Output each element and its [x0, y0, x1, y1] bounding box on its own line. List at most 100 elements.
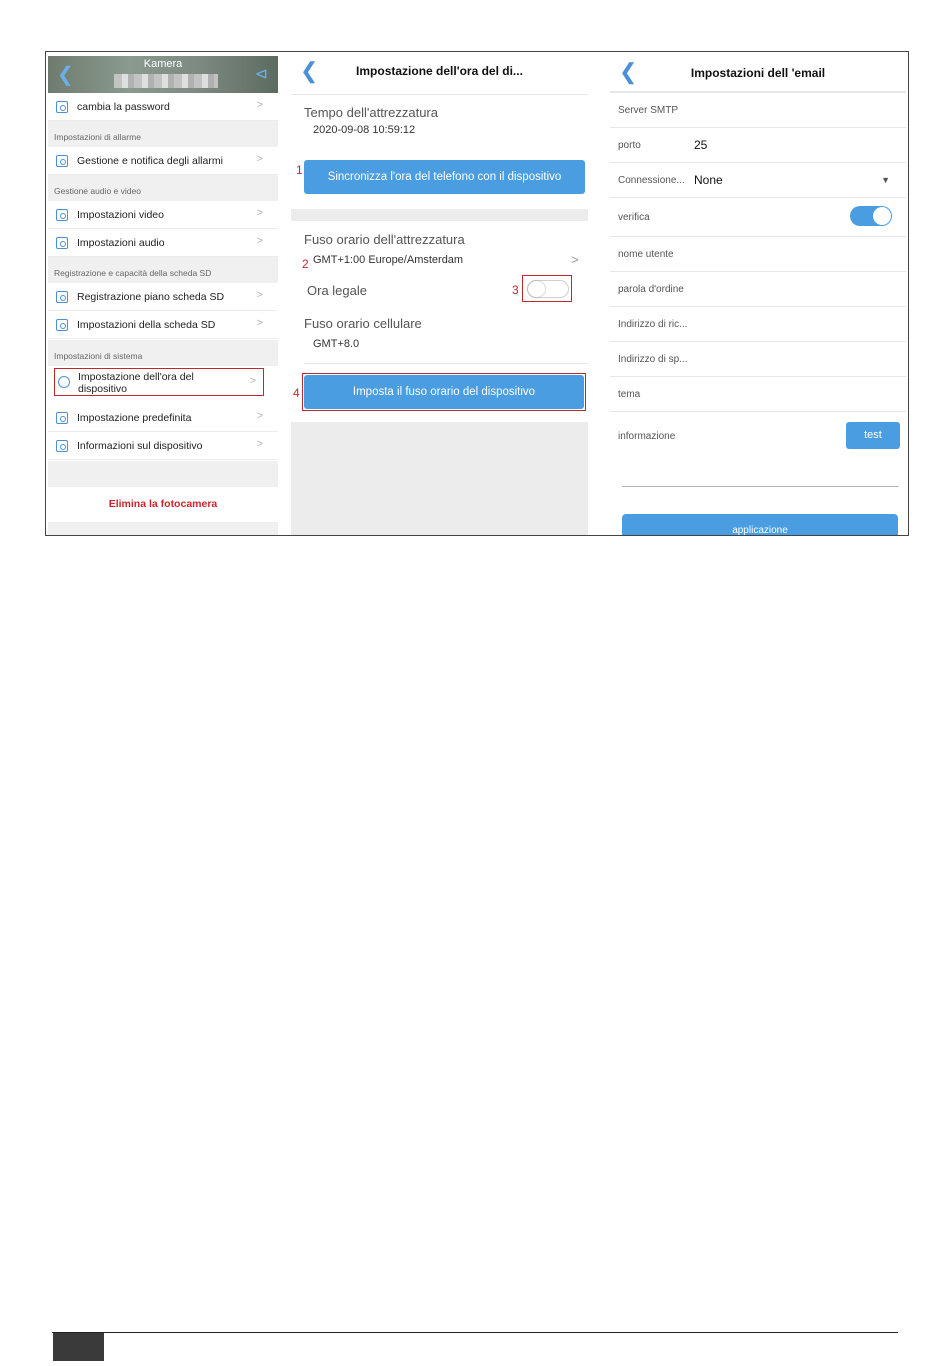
toggle-knob — [528, 281, 545, 297]
menu-item-label: Registrazione piano scheda SD — [77, 291, 225, 303]
set-timezone-highlight: Imposta il fuso orario del dispositivo — [302, 373, 586, 411]
field-label: verifica — [618, 212, 650, 223]
divider — [291, 94, 588, 95]
menu-item-video-settings[interactable]: Impostazioni video > — [48, 201, 278, 229]
section-label: Gestione audio e video — [54, 186, 141, 196]
sync-time-button[interactable]: Sincronizza l'ora del telefono con il di… — [304, 160, 585, 194]
menu-item-label: Informazioni sul dispositivo — [77, 440, 203, 452]
password-field[interactable]: parola d'ordine — [610, 272, 906, 307]
phone-timezone-label: Fuso orario cellulare — [304, 316, 422, 331]
camera-settings-panel: ❮ Kamera ⊲ cambia la password > Impostaz… — [48, 56, 278, 535]
menu-item-label: Impostazioni della scheda SD — [77, 319, 216, 331]
chevron-right-icon: > — [256, 207, 263, 219]
field-label: Connessione... — [618, 175, 685, 186]
menu-item-sd-recording[interactable]: Registrazione piano scheda SD > — [48, 283, 278, 311]
blurred-camera-id — [114, 74, 218, 88]
empty-area — [291, 422, 588, 535]
device-timezone-label: Fuso orario dell'attrezzatura — [304, 232, 465, 247]
chevron-right-icon: > — [249, 375, 256, 387]
menu-item-device-time[interactable]: Impostazione dell'ora del dispositivo > — [54, 368, 264, 396]
screenshot-frame: ❮ Kamera ⊲ cambia la password > Impostaz… — [45, 51, 909, 536]
chevron-right-icon[interactable]: > — [571, 252, 579, 267]
dst-toggle[interactable] — [527, 280, 569, 298]
field-label: Indirizzo di sp... — [618, 354, 688, 365]
apply-button[interactable]: applicazione — [622, 514, 898, 535]
section-label: Impostazioni di allarme — [54, 132, 141, 142]
port-field[interactable]: porto 25 — [610, 128, 906, 163]
menu-item-label: Impostazioni video — [77, 209, 164, 221]
email-settings-panel: ❮ Impostazioni dell 'email Server SMTP p… — [610, 56, 906, 535]
footer-divider — [52, 1332, 898, 1333]
subject-field[interactable]: tema — [610, 377, 906, 412]
camera-title: Kamera — [143, 58, 183, 70]
spacer — [291, 209, 588, 221]
chevron-right-icon: > — [256, 235, 263, 247]
annotation-marker: 3 — [512, 283, 519, 297]
menu-item-label: Impostazioni audio — [77, 237, 165, 249]
share-icon[interactable]: ⊲ — [255, 64, 268, 84]
delete-camera-button[interactable]: Elimina la fotocamera — [48, 498, 278, 510]
menu-item-label: Impostazione dell'ora del dispositivo — [78, 371, 194, 395]
camera-header: ❮ Kamera ⊲ — [48, 56, 278, 93]
menu-item-alarm-management[interactable]: Gestione e notifica degli allarmi > — [48, 147, 278, 175]
message-input[interactable] — [622, 486, 899, 487]
annotation-marker: 1 — [296, 163, 303, 177]
sender-field[interactable]: Indirizzo di sp... — [610, 342, 906, 377]
clock-icon — [58, 376, 70, 388]
chevron-right-icon: > — [256, 99, 263, 111]
field-label: parola d'ordine — [618, 284, 684, 295]
chevron-right-icon: > — [256, 410, 263, 422]
username-field[interactable]: nome utente — [610, 237, 906, 272]
section-header-sd: Registrazione e capacità della scheda SD — [48, 257, 278, 283]
speaker-icon — [56, 237, 68, 249]
set-timezone-button[interactable]: Imposta il fuso orario del dispositivo — [304, 375, 584, 409]
info-icon — [56, 440, 68, 452]
menu-item-device-info[interactable]: Informazioni sul dispositivo > — [48, 432, 278, 460]
dst-toggle-highlight — [522, 275, 572, 302]
info-label: informazione — [618, 431, 676, 442]
menu-item-default-settings[interactable]: Impostazione predefinita > — [48, 404, 278, 432]
page-title: Impostazione dell'ora del di... — [356, 64, 523, 78]
menu-item-sd-settings[interactable]: Impostazioni della scheda SD > — [48, 311, 278, 339]
annotation-marker: 2 — [302, 257, 309, 271]
video-icon — [56, 209, 68, 221]
sd-card-icon — [56, 319, 68, 331]
section-header-alarm: Impostazioni di allarme — [48, 121, 278, 147]
alarm-icon — [56, 155, 68, 167]
section-header-audio-video: Gestione audio e video — [48, 175, 278, 201]
field-label: Server SMTP — [618, 105, 679, 116]
menu-item-audio-settings[interactable]: Impostazioni audio > — [48, 229, 278, 257]
verify-row: verifica — [610, 198, 906, 237]
test-button[interactable]: test — [846, 422, 900, 449]
chevron-right-icon: > — [256, 153, 263, 165]
field-label: Indirizzo di ric... — [618, 319, 688, 330]
connection-value[interactable]: None — [694, 173, 723, 187]
port-value[interactable]: 25 — [694, 138, 707, 152]
recipient-field[interactable]: Indirizzo di ric... — [610, 307, 906, 342]
section-header-system: Impostazioni di sistema — [48, 340, 278, 366]
device-timezone-value[interactable]: GMT+1:00 Europe/Amsterdam — [313, 254, 463, 266]
record-icon — [56, 291, 68, 303]
connection-select[interactable]: Connessione... None ▼ — [610, 163, 906, 198]
device-time-panel: ❮ Impostazione dell'ora del di... Tempo … — [291, 56, 588, 535]
verify-toggle[interactable] — [850, 206, 892, 226]
lock-icon — [56, 101, 68, 113]
annotation-marker: 4 — [293, 386, 300, 400]
menu-item-label: cambia la password — [77, 101, 170, 113]
dst-label: Ora legale — [307, 283, 367, 298]
section-label: Impostazioni di sistema — [54, 351, 143, 361]
chevron-right-icon: > — [256, 317, 263, 329]
page-title: Impostazioni dell 'email — [690, 66, 826, 80]
caret-down-icon[interactable]: ▼ — [881, 175, 890, 185]
field-label: tema — [618, 389, 641, 400]
menu-item-change-password[interactable]: cambia la password > — [48, 93, 278, 121]
chevron-right-icon: > — [256, 289, 263, 301]
spacer — [48, 522, 278, 535]
phone-timezone-value: GMT+8.0 — [313, 338, 360, 350]
menu-item-label: Gestione e notifica degli allarmi — [77, 155, 223, 167]
toggle-knob — [873, 207, 891, 225]
section-label: Registrazione e capacità della scheda SD — [54, 268, 212, 278]
spacer — [48, 461, 278, 487]
smtp-server-field[interactable]: Server SMTP — [610, 93, 906, 128]
menu-item-label: Impostazione predefinita — [77, 412, 192, 424]
